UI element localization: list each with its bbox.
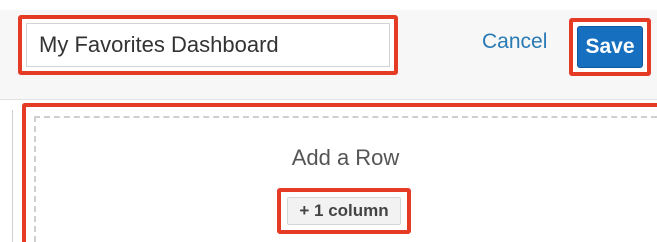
save-button-annotation: Save <box>569 18 651 76</box>
add-column-annotation: + 1 column <box>277 188 411 234</box>
save-button[interactable]: Save <box>577 26 643 68</box>
dashboard-title-input[interactable] <box>26 23 390 67</box>
add-row-label: Add a Row <box>291 145 400 170</box>
cropped-heading-strip <box>0 0 657 10</box>
cancel-button[interactable]: Cancel <box>482 30 547 54</box>
title-input-annotation <box>18 15 398 75</box>
body-left-divider <box>12 110 13 242</box>
add-column-button[interactable]: + 1 column <box>287 197 401 225</box>
